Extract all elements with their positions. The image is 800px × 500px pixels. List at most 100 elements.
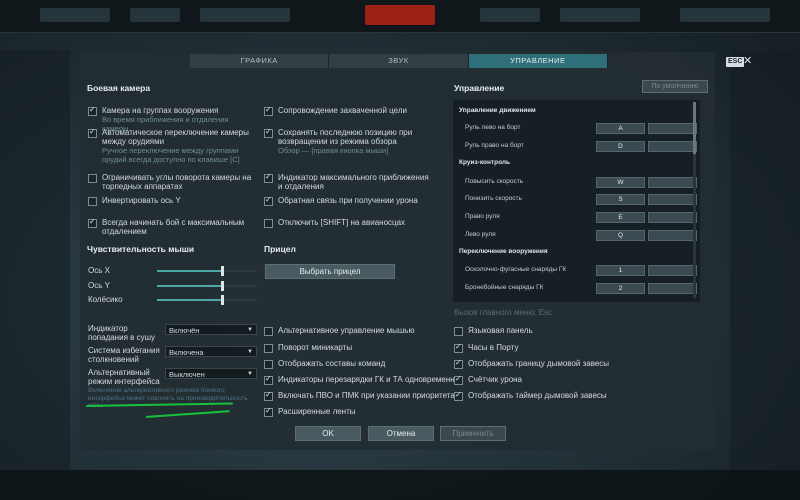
camera-option[interactable]: Сопровождение захваченной цели (264, 105, 434, 116)
reset-defaults-button[interactable]: По умолчанию (642, 80, 708, 93)
option-label: Сопровождение захваченной цели (278, 106, 407, 115)
checkbox[interactable] (88, 197, 97, 206)
camera-option[interactable]: Автоматическое переключение камеры между… (88, 127, 258, 164)
checkbox[interactable] (454, 342, 463, 353)
interface-option[interactable]: Поворот миникарты (264, 343, 352, 353)
checkbox[interactable] (454, 390, 463, 401)
keybind-primary[interactable]: 1 (596, 265, 645, 276)
sight-section-title: Прицел (264, 244, 296, 254)
tab-sound[interactable]: ЗВУК (329, 54, 469, 68)
interface-option[interactable]: Счётчик урона (454, 374, 522, 385)
keybind-scrollbar[interactable] (693, 102, 696, 298)
slider-thumb[interactable] (221, 266, 224, 276)
checkbox[interactable] (264, 374, 273, 385)
ok-button[interactable]: OK (295, 426, 361, 441)
keybind-secondary[interactable] (648, 230, 697, 241)
keybind-primary[interactable]: Q (596, 230, 645, 241)
slider-thumb[interactable] (221, 281, 224, 291)
slider-label: Ось X (88, 266, 110, 275)
apply-button[interactable]: Применить (440, 426, 506, 441)
checkbox[interactable] (264, 172, 273, 183)
checkbox[interactable] (264, 105, 273, 116)
slider-x[interactable] (157, 266, 257, 276)
interface-option[interactable]: Отображать границу дымовой завесы (454, 358, 610, 369)
checkbox[interactable] (454, 327, 463, 336)
option-sublabel: Обзор — [правая кнопка мыши] (278, 146, 389, 155)
option-label: Отображать границу дымовой завесы (468, 359, 610, 368)
select-sight-button[interactable]: Выбрать прицел (265, 264, 395, 279)
option-label: Инвертировать ось Y (102, 196, 181, 205)
checkbox[interactable] (264, 360, 273, 369)
keybind-secondary[interactable] (648, 123, 697, 134)
chevron-down-icon: ▼ (247, 327, 253, 333)
keybind-secondary[interactable] (648, 177, 697, 188)
checkbox[interactable] (264, 219, 273, 228)
top-bar-item (560, 8, 640, 22)
checkbox[interactable] (264, 195, 273, 206)
checkbox[interactable] (454, 374, 463, 385)
camera-option[interactable]: Отключить [SHIFT] на авианосцах (264, 218, 434, 228)
keybind-primary[interactable]: S (596, 194, 645, 205)
interface-option[interactable]: Индикаторы перезарядки ГК и ТА одновреме… (264, 374, 460, 385)
main-menu-hint: Вызов главного меню: Esc (454, 308, 553, 317)
cancel-button[interactable]: Отмена (368, 426, 434, 441)
top-bar-item (40, 8, 110, 22)
checkbox[interactable] (264, 327, 273, 336)
chevron-down-icon: ▼ (247, 371, 253, 377)
checkbox[interactable] (88, 127, 97, 138)
camera-option[interactable]: Сохранять последнюю позицию при возвраще… (264, 127, 434, 155)
slider-fill (157, 270, 222, 272)
interface-option[interactable]: Включать ПВО и ПМК при указании приорите… (264, 390, 455, 401)
camera-option[interactable]: Инвертировать ось Y (88, 196, 258, 206)
slider-thumb[interactable] (221, 295, 224, 305)
keybind-label: Право руля (465, 213, 500, 220)
keybind-section-title: Управление движением (459, 107, 536, 114)
interface-option[interactable]: Часы в Порту (454, 342, 518, 353)
checkbox[interactable] (264, 344, 273, 353)
keybind-secondary[interactable] (648, 194, 697, 205)
interface-option[interactable]: Отображать таймер дымовой завесы (454, 390, 607, 401)
interface-option[interactable]: Языковая панель (454, 326, 533, 336)
land-hit-indicator-select[interactable]: Включён ▼ (165, 324, 257, 335)
slider-wheel[interactable] (157, 295, 257, 305)
dropdown-label: Система избегания столкновений (88, 346, 160, 364)
tab-graphics[interactable]: ГРАФИКА (190, 54, 330, 68)
camera-option[interactable]: Всегда начинать бой с максимальным отдал… (88, 217, 258, 236)
background-right-panel (730, 50, 800, 470)
scrollbar-thumb[interactable] (693, 102, 696, 154)
checkbox[interactable] (264, 406, 273, 417)
key-bindings-list[interactable]: Управление движением Руль лево на борт A… (453, 100, 700, 302)
checkbox[interactable] (88, 105, 97, 116)
keybind-secondary[interactable] (648, 265, 697, 276)
chevron-down-icon: ▼ (247, 349, 253, 355)
keybind-primary[interactable]: D (596, 141, 645, 152)
keybind-primary[interactable]: A (596, 123, 645, 134)
keybind-label: Лево руля (465, 231, 496, 238)
option-label: Индикаторы перезарядки ГК и ТА одновреме… (278, 375, 460, 384)
slider-y[interactable] (157, 281, 257, 291)
camera-option[interactable]: Обратная связь при получении урона (264, 195, 434, 206)
keybind-secondary[interactable] (648, 283, 697, 294)
option-label: Расширенные ленты (278, 407, 356, 416)
tab-controls[interactable]: УПРАВЛЕНИЕ (468, 54, 608, 68)
checkbox[interactable] (88, 174, 97, 183)
collision-avoidance-select[interactable]: Включена ▼ (165, 346, 257, 357)
alt-interface-select[interactable]: Выключен ▼ (165, 368, 257, 379)
top-bar-item (200, 8, 290, 22)
keybind-primary[interactable]: W (596, 177, 645, 188)
interface-option[interactable]: Альтернативное управление мышью (264, 326, 414, 336)
checkbox[interactable] (264, 127, 273, 138)
interface-option[interactable]: Отображать составы команд (264, 359, 385, 369)
checkbox[interactable] (454, 358, 463, 369)
keybind-secondary[interactable] (648, 212, 697, 223)
checkbox[interactable] (88, 217, 97, 228)
interface-option[interactable]: Расширенные ленты (264, 406, 356, 417)
keybind-secondary[interactable] (648, 141, 697, 152)
keybind-primary[interactable]: E (596, 212, 645, 223)
select-value: Выключен (169, 370, 205, 379)
close-icon[interactable]: ✕ (743, 56, 752, 67)
camera-option[interactable]: Индикатор максимального приближения и от… (264, 172, 434, 191)
checkbox[interactable] (264, 390, 273, 401)
camera-option[interactable]: Ограничивать углы поворота камеры на тор… (88, 173, 258, 191)
keybind-primary[interactable]: 2 (596, 283, 645, 294)
